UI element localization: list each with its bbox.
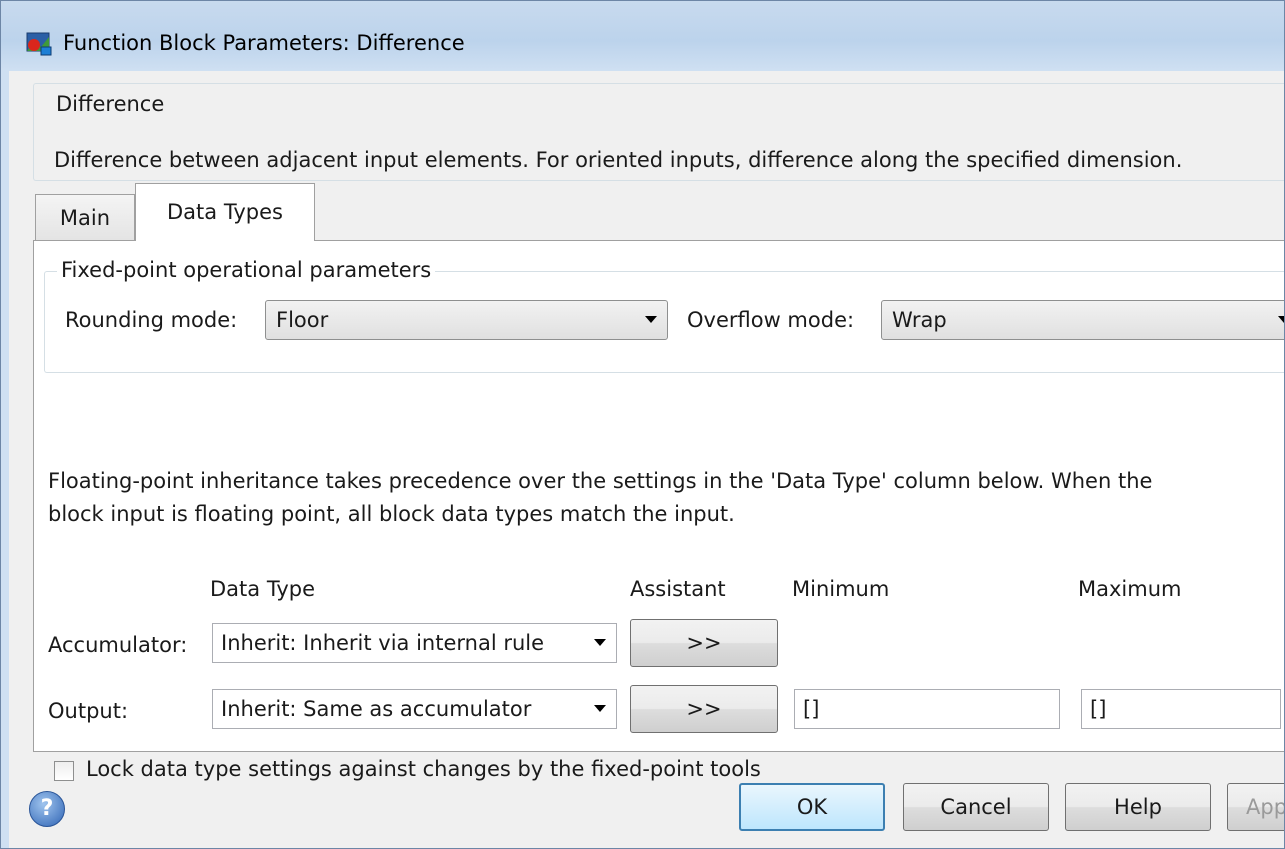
cancel-button[interactable]: Cancel (903, 783, 1049, 831)
fixed-point-legend: Fixed-point operational parameters (57, 258, 436, 282)
accumulator-data-type-value: Inherit: Inherit via internal rule (221, 631, 545, 655)
output-assistant-button[interactable]: >> (630, 685, 778, 733)
help-question-icon[interactable]: ? (29, 791, 65, 827)
chevron-down-icon (594, 705, 606, 712)
overflow-mode-label: Overflow mode: (687, 308, 855, 332)
output-maximum-input[interactable]: [] (1081, 689, 1281, 729)
ok-button[interactable]: OK (739, 783, 885, 831)
chevron-down-icon (594, 639, 606, 646)
accumulator-data-type-select[interactable]: Inherit: Inherit via internal rule (212, 623, 617, 663)
header-data-type: Data Type (210, 577, 316, 601)
fixed-point-group: Fixed-point operational parameters Round… (44, 258, 1284, 373)
dialog-window: Function Block Parameters: Difference Di… (0, 0, 1285, 849)
chevron-down-icon (645, 316, 657, 323)
help-button[interactable]: Help (1065, 783, 1211, 831)
description-legend: Difference (52, 92, 169, 116)
info-text-line-1: Floating-point inheritance takes precede… (48, 469, 1153, 493)
rounding-mode-value: Floor (276, 308, 329, 332)
rounding-mode-select[interactable]: Floor (265, 300, 668, 340)
tab-data-types[interactable]: Data Types (135, 183, 315, 241)
tab-main[interactable]: Main (35, 194, 135, 240)
simulink-block-icon (26, 32, 52, 56)
accumulator-label: Accumulator: (48, 633, 188, 657)
window-title: Function Block Parameters: Difference (63, 31, 465, 55)
data-types-panel: Fixed-point operational parameters Round… (33, 240, 1284, 781)
overflow-mode-value: Wrap (892, 308, 947, 332)
rounding-mode-label: Rounding mode: (65, 308, 238, 332)
header-minimum: Minimum (792, 577, 890, 601)
apply-button[interactable]: Apply (1227, 783, 1284, 831)
output-data-type-select[interactable]: Inherit: Same as accumulator (212, 689, 617, 729)
overflow-mode-select[interactable]: Wrap (881, 300, 1284, 340)
header-maximum: Maximum (1078, 577, 1182, 601)
output-data-type-value: Inherit: Same as accumulator (221, 697, 532, 721)
info-text-line-2: block input is floating point, all block… (48, 502, 735, 526)
lock-data-type-label: Lock data type settings against changes … (86, 757, 761, 781)
accumulator-assistant-button[interactable]: >> (630, 619, 778, 667)
dialog-client: Difference Difference between adjacent i… (9, 71, 1284, 848)
output-minimum-input[interactable]: [] (794, 689, 1060, 729)
output-label: Output: (48, 699, 129, 723)
lock-data-type-checkbox[interactable] (54, 761, 74, 781)
title-bar[interactable]: Function Block Parameters: Difference (1, 1, 1284, 79)
description-text: Difference between adjacent input elemen… (54, 148, 1183, 172)
chevron-down-icon (1278, 316, 1284, 323)
description-group: Difference Difference between adjacent i… (33, 83, 1284, 181)
header-assistant: Assistant (630, 577, 726, 601)
